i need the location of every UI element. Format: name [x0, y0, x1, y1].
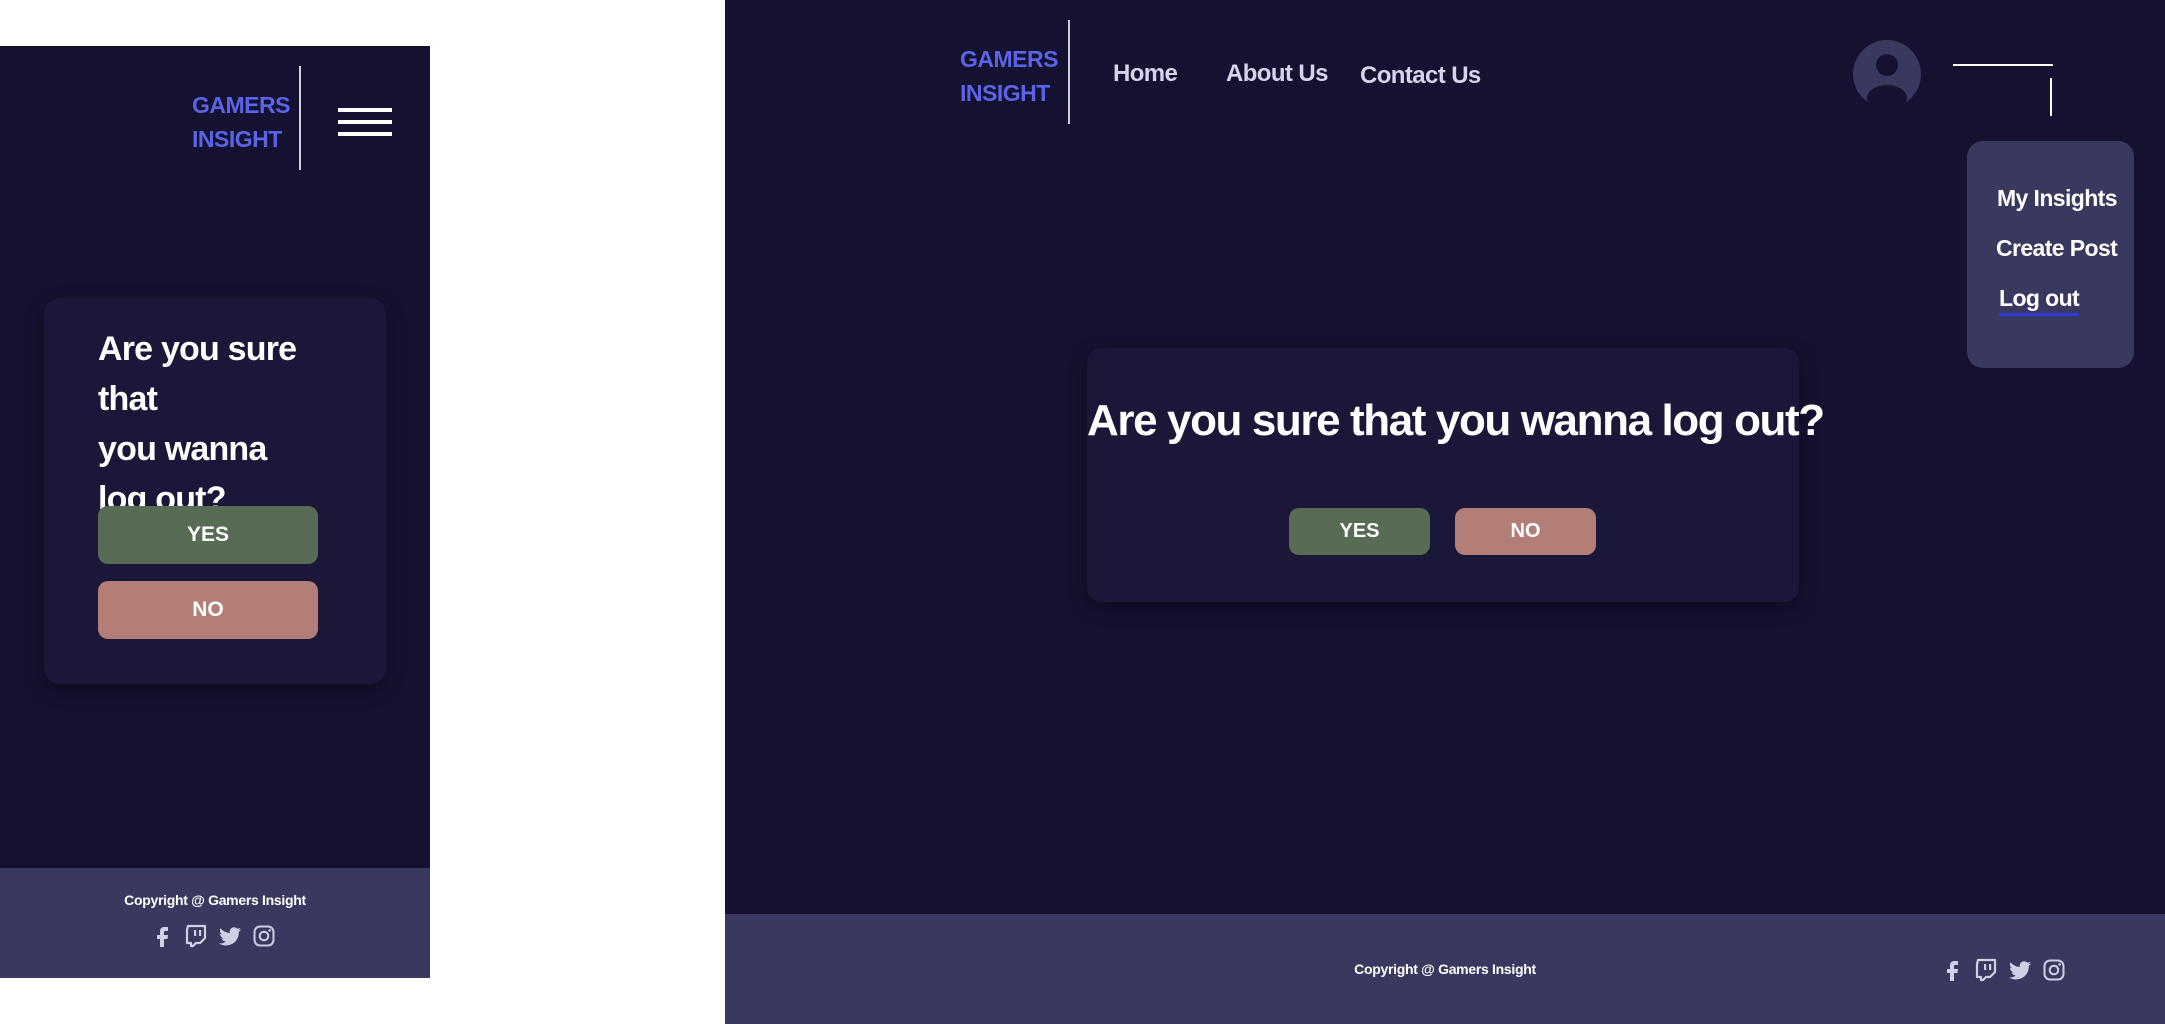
- menu-item-create-post[interactable]: Create Post: [1996, 235, 2118, 262]
- dialog-question-line-1: Are you sure that: [98, 330, 297, 418]
- twitch-icon[interactable]: [1974, 958, 1998, 982]
- nav-contact-us[interactable]: Contact Us: [1360, 62, 1481, 90]
- nav-home[interactable]: Home: [1113, 60, 1178, 88]
- dialog-question: Are you sure that you wanna log out?: [1087, 396, 1825, 445]
- logout-dialog: Are you sure that you wanna log out? YES…: [1087, 348, 1825, 602]
- footer: Copyright @ Gamers Insight: [0, 868, 430, 978]
- menu-item-log-out[interactable]: Log out: [1999, 285, 2080, 316]
- no-button[interactable]: NO: [98, 581, 318, 639]
- logout-dialog: Are you sure that you wanna log out? YES…: [44, 298, 386, 684]
- social-links: [150, 924, 276, 948]
- instagram-icon[interactable]: [252, 924, 276, 948]
- user-avatar-icon[interactable]: [1853, 40, 1921, 108]
- twitter-icon[interactable]: [2008, 958, 2032, 982]
- nav-about-us[interactable]: About Us: [1226, 60, 1328, 88]
- twitch-icon[interactable]: [184, 924, 208, 948]
- brand-logo[interactable]: GAMERS INSIGHT: [960, 42, 1058, 110]
- brand-line-2: INSIGHT: [192, 126, 282, 152]
- yes-button[interactable]: YES: [98, 506, 318, 564]
- menu-item-my-insights[interactable]: My Insights: [1997, 185, 2118, 212]
- facebook-icon[interactable]: [1940, 958, 1964, 982]
- header-divider: [1068, 20, 1070, 124]
- no-button[interactable]: NO: [1455, 508, 1596, 555]
- dialog-question: Are you sure that you wanna log out?: [98, 324, 358, 524]
- social-links: [1940, 958, 2066, 982]
- copyright-text: Copyright @ Gamers Insight: [124, 892, 306, 908]
- mobile-frame: GAMERS INSIGHT Are you sure that you wan…: [0, 46, 430, 978]
- brand-logo[interactable]: GAMERS INSIGHT: [192, 88, 290, 156]
- brand-line-1: GAMERS: [192, 92, 290, 118]
- twitter-icon[interactable]: [218, 924, 242, 948]
- mobile-header: GAMERS INSIGHT: [0, 46, 430, 206]
- facebook-icon[interactable]: [150, 924, 174, 948]
- header-divider: [299, 66, 301, 170]
- brand-line-1: GAMERS: [960, 46, 1058, 72]
- brand-line-2: INSIGHT: [960, 80, 1050, 106]
- yes-button[interactable]: YES: [1289, 508, 1430, 555]
- user-dropdown-menu: My Insights Create Post Log out: [1967, 141, 2134, 368]
- hamburger-menu-icon[interactable]: [338, 108, 392, 140]
- dialog-question-line-2: you wanna: [98, 430, 267, 468]
- footer: Copyright @ Gamers Insight: [725, 914, 2165, 1024]
- desktop-frame: GAMERS INSIGHT Home About Us Contact Us …: [725, 0, 2165, 1024]
- instagram-icon[interactable]: [2042, 958, 2066, 982]
